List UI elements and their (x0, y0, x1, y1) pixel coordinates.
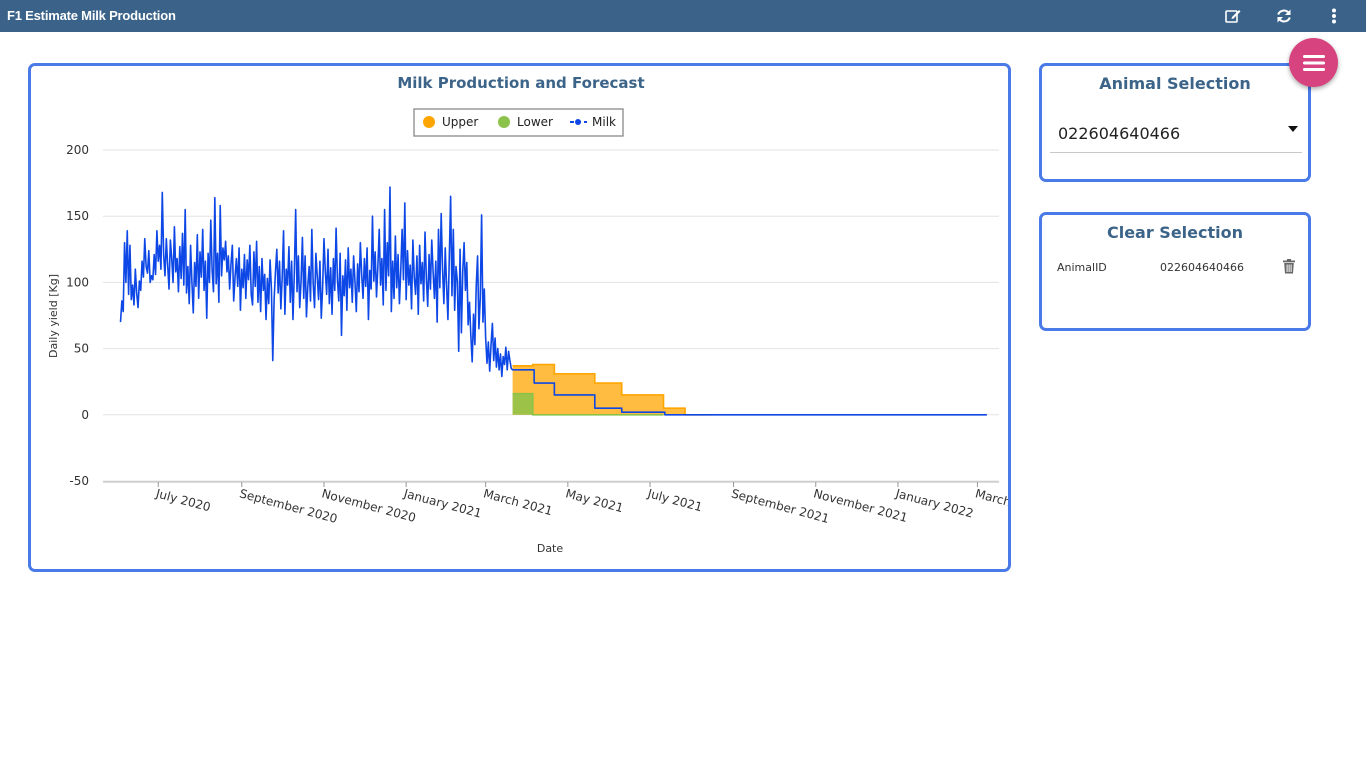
y-tick-label: 0 (81, 408, 89, 422)
app-title: F1 Estimate Milk Production (7, 8, 176, 23)
selection-value: 022604640466 (1160, 261, 1244, 274)
chart-grid (103, 149, 999, 483)
legend-milk-label[interactable]: Milk (592, 115, 616, 129)
legend-lower-label[interactable]: Lower (517, 115, 553, 129)
x-tick-label: July 2020 (153, 486, 212, 514)
selection-row: AnimalID 022604640466 (1057, 259, 1297, 279)
y-axis-label: Daily yield [Kg] (47, 274, 60, 358)
legend-lower-marker (498, 116, 510, 128)
clear-selection-panel: Clear Selection AnimalID 022604640466 (1039, 212, 1311, 331)
legend-milk-marker (575, 119, 581, 125)
upper-area (512, 364, 711, 415)
refresh-icon[interactable] (1273, 5, 1295, 27)
forecast-areas (512, 363, 711, 416)
y-tick-label: 150 (66, 209, 89, 223)
y-tick-label: 200 (66, 143, 89, 157)
y-axis-ticks: 200 150 100 50 0 -50 (66, 143, 89, 488)
animal-selection-title: Animal Selection (1099, 74, 1251, 93)
clear-selection-title: Clear Selection (1106, 223, 1244, 242)
chart-panel: Milk Production and Forecast Upper Lower… (28, 63, 1011, 572)
x-tick-label: March 2021 (482, 486, 554, 518)
x-tick-label: May 2021 (564, 486, 625, 515)
legend-upper-marker (423, 116, 435, 128)
y-tick-label: -50 (69, 474, 89, 488)
x-axis-label: Date (537, 542, 564, 555)
chart-title: Milk Production and Forecast (397, 74, 644, 92)
x-tick-label: July 2021 (645, 486, 704, 514)
app-header: F1 Estimate Milk Production (0, 0, 1366, 32)
legend-upper-label[interactable]: Upper (442, 115, 478, 129)
edit-icon[interactable] (1222, 5, 1244, 27)
x-axis-ticks: July 2020 September 2020November 2020Janu… (153, 482, 1008, 526)
animal-select-value: 022604640466 (1058, 124, 1181, 143)
chart-legend[interactable]: Upper Lower Milk (413, 108, 624, 137)
y-tick-label: 50 (74, 342, 89, 356)
milk-chart[interactable]: Milk Production and Forecast Upper Lower… (31, 66, 1008, 569)
y-tick-label: 100 (66, 275, 89, 289)
menu-icon (1302, 54, 1325, 71)
chevron-down-icon[interactable] (1288, 126, 1298, 132)
animal-select[interactable]: 022604640466 (1050, 112, 1302, 153)
x-tick-label: March 2022 (974, 486, 1008, 518)
animal-selection-panel: Animal Selection 022604640466 (1039, 63, 1311, 182)
trash-icon[interactable] (1282, 259, 1298, 275)
selection-key: AnimalID (1057, 261, 1107, 274)
more-vertical-icon[interactable] (1323, 5, 1345, 27)
menu-button[interactable] (1289, 38, 1338, 87)
